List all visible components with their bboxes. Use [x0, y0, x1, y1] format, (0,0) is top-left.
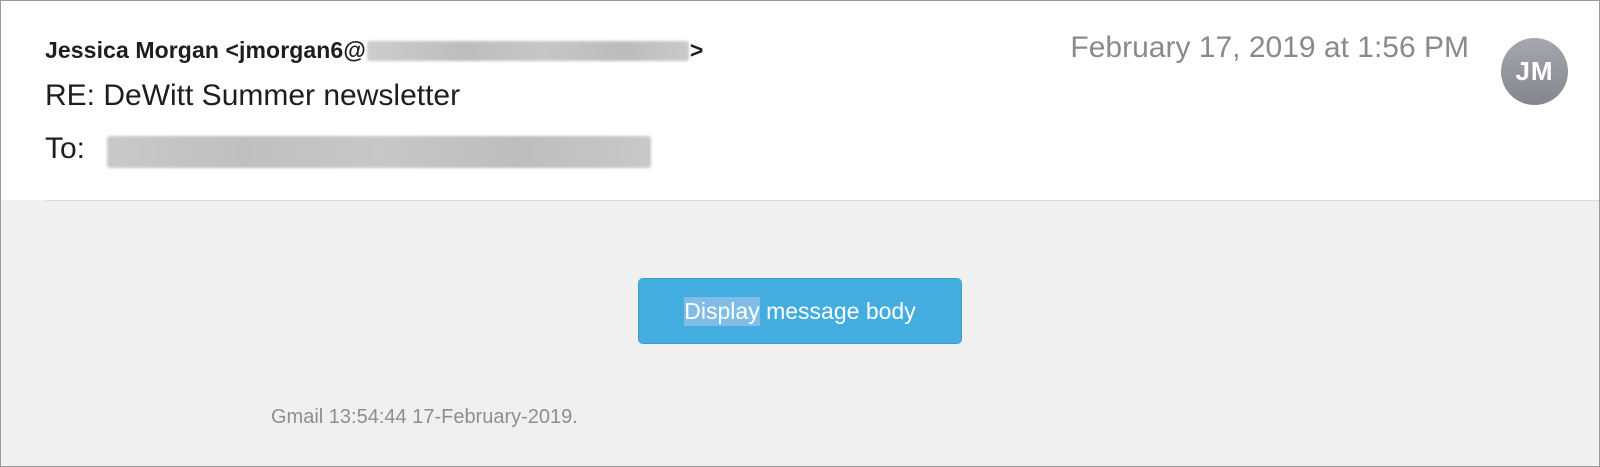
message-header: Jessica Morgan <jmorgan6@ > RE: DeWitt Su… [1, 1, 1599, 200]
message-date: February 17, 2019 at 1:56 PM [1070, 31, 1469, 64]
button-label: message body [759, 297, 916, 324]
sender-suffix: > [689, 37, 704, 63]
sender[interactable]: Jessica Morgan <jmorgan6@ > [45, 37, 703, 64]
email-viewer: Jessica Morgan <jmorgan6@ > RE: DeWitt Su… [0, 0, 1600, 467]
button-label-selected: Display [684, 296, 760, 326]
header-divider [45, 200, 1599, 201]
redacted-sender-domain [366, 41, 689, 61]
sender-name: Jessica Morgan <jmorgan6@ [45, 37, 366, 63]
message-footer: Gmail 13:54:44 17-February-2019. [271, 406, 578, 428]
to-label: To: [45, 132, 86, 165]
sender-avatar[interactable]: JM [1501, 38, 1568, 105]
redacted-recipients [107, 136, 651, 168]
message-subject: RE: DeWitt Summer newsletter [45, 79, 461, 112]
display-message-body-button[interactable]: Display message body [638, 278, 962, 344]
avatar-initials: JM [1515, 56, 1554, 86]
